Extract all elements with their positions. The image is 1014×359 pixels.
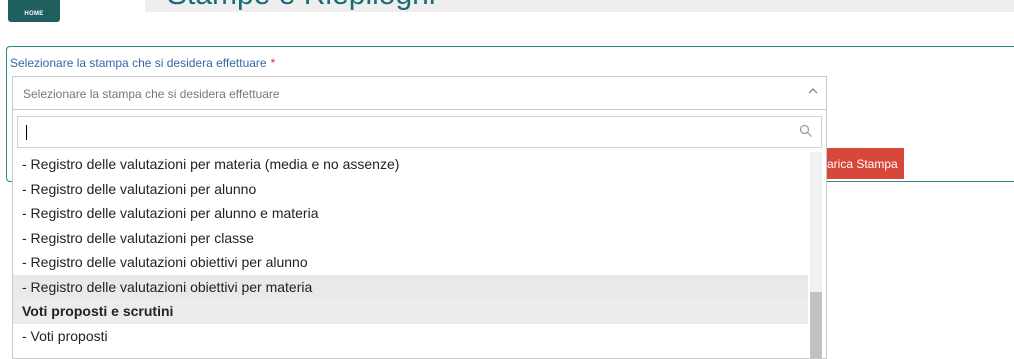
option-group-header: Voti proposti e scrutini [13, 299, 808, 324]
print-select-label: Selezionare la stampa che si desidera ef… [10, 56, 275, 70]
dropdown-option[interactable]: - Registro delle valutazioni per materia… [13, 152, 808, 177]
dropdown-option[interactable]: - Voti proposti [13, 324, 808, 349]
search-icon [799, 124, 813, 138]
dropdown-option[interactable]: - Registro delle valutazioni obiettivi p… [13, 274, 808, 299]
print-select-placeholder: Selezionare la stampa che si desidera ef… [23, 87, 280, 101]
dropdown-option[interactable]: - Registro delle valutazioni per alunno [13, 177, 808, 202]
dropdown-scrollbar[interactable] [810, 152, 822, 358]
page-title-bar: Stampe e Riepiloghi [145, 0, 1014, 12]
dropdown-scrollbar-thumb[interactable] [810, 292, 822, 358]
required-mark: * [270, 56, 276, 70]
dropdown-search-input[interactable] [17, 116, 822, 148]
home-label: HOME [24, 11, 44, 17]
dropdown-option[interactable]: - Registro delle valutazioni obiettivi p… [13, 250, 808, 275]
home-button[interactable]: HOME [8, 0, 60, 22]
dropdown-option-list: - Registro delle valutazioni per materia… [13, 152, 808, 348]
text-caret [26, 125, 27, 140]
dropdown-option[interactable]: - Registro delle valutazioni per classe [13, 226, 808, 251]
print-select[interactable]: Selezionare la stampa che si desidera ef… [12, 76, 827, 110]
print-select-label-text: Selezionare la stampa che si desidera ef… [10, 56, 267, 70]
page-title: Stampe e Riepiloghi [167, 0, 436, 12]
chevron-up-icon[interactable] [808, 86, 818, 96]
print-select-dropdown: - Registro delle valutazioni per materia… [12, 110, 827, 359]
dropdown-option[interactable]: - Registro delle valutazioni per alunno … [13, 201, 808, 226]
